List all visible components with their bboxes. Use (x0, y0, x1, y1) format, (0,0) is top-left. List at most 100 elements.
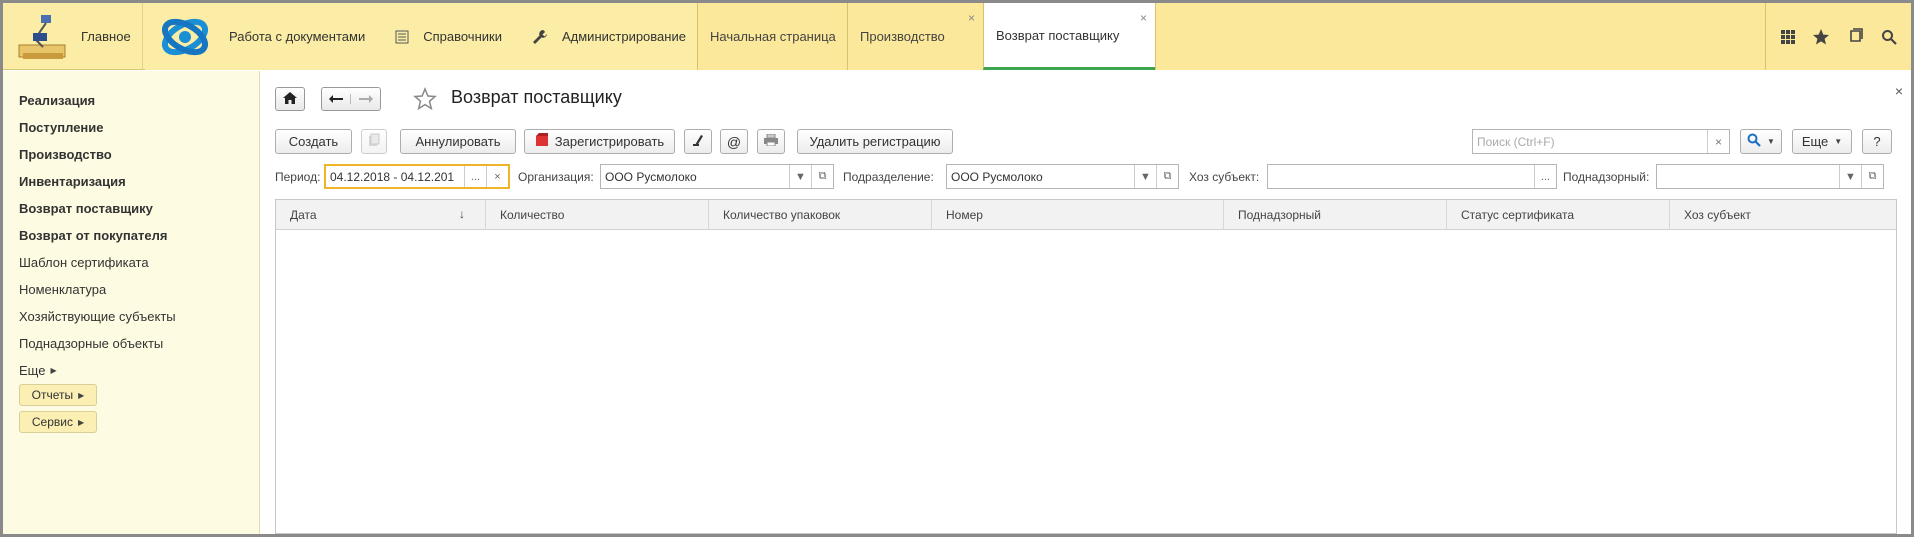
create-label: Создать (288, 134, 339, 149)
search-icon[interactable] (1881, 29, 1897, 45)
printer-icon (764, 133, 778, 149)
sidebar-item-supplier-return[interactable]: Возврат поставщику (19, 201, 153, 216)
column-label: Хоз субъект (1684, 208, 1751, 222)
search-placeholder: Поиск (Ctrl+F) (1477, 134, 1555, 149)
chevron-down-icon: ▼ (1767, 137, 1775, 146)
back-arrow-icon[interactable] (322, 94, 352, 104)
stamp-icon (691, 133, 705, 150)
close-form-icon[interactable]: × (1895, 83, 1903, 99)
sidebar-item-nomenclature[interactable]: Номенклатура (19, 282, 106, 297)
table-header: Дата ↓ Количество Количество упаковок Но… (276, 200, 1896, 230)
email-button[interactable]: @ (720, 129, 748, 154)
app-logo-icon (159, 12, 211, 62)
supervised-field[interactable]: ▼ ⧉ (1656, 164, 1884, 189)
column-quantity[interactable]: Количество (486, 200, 709, 230)
open-window-icon[interactable]: ⧉ (1861, 165, 1883, 188)
column-number[interactable]: Номер (932, 200, 1224, 230)
section-documents[interactable]: Работа с документами (229, 3, 365, 70)
delete-registration-label: Удалить регистрацию (809, 134, 941, 149)
clear-search-icon[interactable]: × (1707, 130, 1729, 153)
help-button[interactable]: ? (1862, 129, 1892, 154)
home-section[interactable]: Главное (3, 3, 143, 70)
close-icon[interactable]: × (1140, 11, 1147, 25)
sidebar-item-inventory[interactable]: Инвентаризация (19, 174, 126, 189)
column-label: Поднадзорный (1238, 208, 1322, 222)
organization-label: Организация: (518, 170, 594, 184)
section-administration[interactable]: Администрирование (532, 3, 686, 70)
register-button[interactable]: Зарегистрировать (524, 129, 675, 154)
chevron-down-icon[interactable]: ▼ (789, 165, 811, 188)
delete-registration-button[interactable]: Удалить регистрацию (797, 129, 953, 154)
service-label: Сервис (31, 415, 73, 429)
sidebar-item-production[interactable]: Производство (19, 147, 112, 162)
tab-production[interactable]: Производство × (847, 3, 983, 70)
reports-button[interactable]: Отчеты ▶ (19, 384, 97, 406)
search-input[interactable]: Поиск (Ctrl+F) × (1472, 129, 1730, 154)
column-label: Дата (290, 208, 317, 222)
sections-strip: Работа с документами Справочники Админис… (145, 3, 697, 70)
history-icon[interactable] (1847, 27, 1865, 46)
tab-supplier-return[interactable]: Возврат поставщику × (983, 3, 1155, 70)
favorite-star-icon[interactable] (413, 87, 437, 114)
tab-home-page[interactable]: Начальная страница (697, 3, 847, 70)
tab-label: Начальная страница (710, 29, 836, 44)
sidebar-item-business-entities[interactable]: Хозяйствующие субъекты (19, 309, 176, 324)
section-documents-label: Работа с документами (229, 29, 366, 44)
sidebar-item-receipts[interactable]: Поступление (19, 120, 104, 135)
service-button[interactable]: Сервис ▶ (19, 411, 97, 433)
period-clear-button[interactable]: × (486, 166, 508, 187)
house-icon (283, 91, 297, 107)
open-window-icon[interactable]: ⧉ (811, 165, 833, 188)
tab-label: Производство (860, 29, 945, 44)
organization-value: ООО Русмолоко (605, 169, 697, 184)
more-button[interactable]: Еще ▼ (1792, 129, 1852, 154)
apps-grid-icon[interactable] (1780, 29, 1796, 45)
supervised-label: Поднадзорный: (1563, 170, 1650, 184)
chevron-down-icon: ▼ (1834, 137, 1843, 146)
column-business-entity[interactable]: Хоз субъект (1670, 200, 1896, 230)
sidebar-item-customer-return[interactable]: Возврат от покупателя (19, 228, 167, 243)
sidebar-more[interactable]: Еще ▶ (19, 363, 57, 378)
close-icon[interactable]: × (968, 11, 975, 25)
column-package-count[interactable]: Количество упаковок (709, 200, 932, 230)
organization-field[interactable]: ООО Русмолоко ▼ ⧉ (600, 164, 834, 189)
column-supervised[interactable]: Поднадзорный (1224, 200, 1447, 230)
home-button[interactable] (275, 87, 305, 111)
chevron-down-icon[interactable]: ▼ (1134, 165, 1156, 188)
column-date[interactable]: Дата ↓ (276, 200, 486, 230)
page-title: Возврат поставщику (451, 87, 622, 107)
triangle-right-icon: ▶ (78, 390, 85, 400)
copy-button[interactable] (361, 129, 387, 154)
sidebar-item-supervised-objects[interactable]: Поднадзорные объекты (19, 336, 163, 351)
star-icon[interactable] (1812, 28, 1830, 46)
period-select-button[interactable]: ... (464, 166, 486, 187)
main-area: Возврат поставщику × Создать Аннулироват… (261, 71, 1911, 534)
division-field[interactable]: ООО Русмолоко ▼ ⧉ (946, 164, 1179, 189)
stamp-button[interactable] (684, 129, 712, 154)
column-certificate-status[interactable]: Статус сертификата (1447, 200, 1670, 230)
open-window-icon[interactable]: ⧉ (1156, 165, 1178, 188)
column-label: Статус сертификата (1461, 208, 1575, 222)
period-label: Период: (275, 170, 321, 184)
print-button[interactable] (757, 129, 785, 154)
section-references[interactable]: Справочники (395, 3, 502, 70)
list-icon (395, 30, 409, 44)
top-bar: Главное Работа с документами Справочники (3, 3, 1911, 70)
column-label: Количество упаковок (723, 208, 841, 222)
business-entity-label: Хоз субъект: (1189, 170, 1260, 184)
sidebar-item-certificate-template[interactable]: Шаблон сертификата (19, 255, 149, 270)
annul-button[interactable]: Аннулировать (400, 129, 516, 154)
sidebar-item-sales[interactable]: Реализация (19, 93, 95, 108)
create-button[interactable]: Создать (275, 129, 352, 154)
magnifier-icon (1747, 133, 1761, 150)
period-field[interactable]: 04.12.2018 - 04.12.201 ... × (324, 164, 510, 189)
triangle-right-icon: ▶ (50, 366, 57, 375)
open-tabs: Начальная страница Производство × Возвра… (697, 3, 1155, 70)
documents-table[interactable]: Дата ↓ Количество Количество упаковок Но… (275, 199, 1897, 534)
business-entity-select-button[interactable]: ... (1534, 165, 1556, 188)
business-entity-field[interactable]: ... (1267, 164, 1557, 189)
forward-arrow-icon[interactable] (351, 94, 380, 104)
reports-label: Отчеты (31, 388, 74, 402)
chevron-down-icon[interactable]: ▼ (1839, 165, 1861, 188)
search-options-button[interactable]: ▼ (1740, 129, 1782, 154)
